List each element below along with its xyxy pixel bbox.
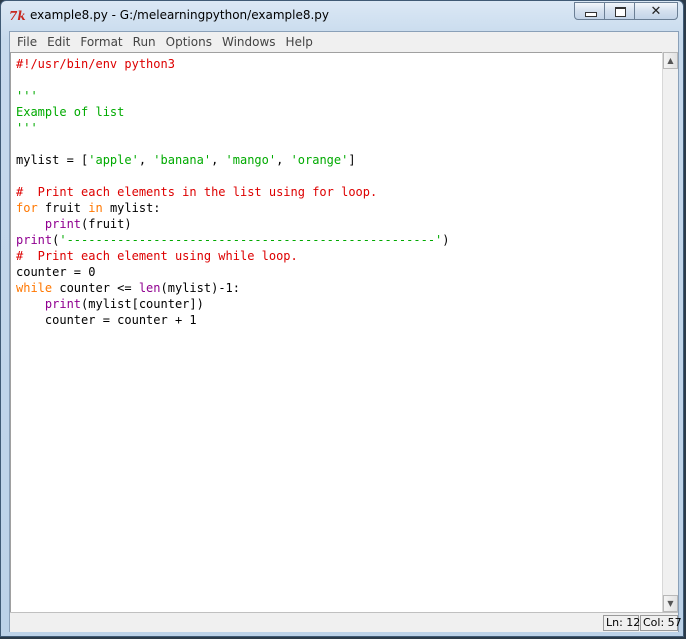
code-line: print('---------------------------------…	[16, 232, 662, 248]
menu-file[interactable]: File	[12, 33, 42, 51]
code-line: counter = counter + 1	[16, 312, 662, 328]
code-token: mylist:	[102, 201, 161, 215]
scroll-down-icon[interactable]: ▼	[663, 595, 678, 612]
minimize-icon	[585, 12, 597, 17]
code-token: counter = 0	[16, 265, 96, 279]
minimize-button[interactable]	[574, 2, 605, 20]
menu-format[interactable]: Format	[75, 33, 127, 51]
code-token: ,	[276, 153, 291, 167]
code-token: '''	[16, 89, 38, 103]
code-line: # Print each elements in the list using …	[16, 184, 662, 200]
code-line: #!/usr/bin/env python3	[16, 56, 662, 72]
code-token: ,	[138, 153, 154, 167]
code-token: print	[44, 297, 82, 311]
tk-app-icon[interactable]: 7k	[9, 9, 26, 23]
code-text[interactable]: #!/usr/bin/env python3 ''' Example of lis…	[11, 53, 662, 328]
idle-editor-window: 7k example8.py - G:/melearningpython/exa…	[0, 0, 684, 637]
code-token: (mylist)-1:	[160, 281, 240, 295]
code-line: print(fruit)	[16, 216, 662, 232]
code-line: counter = 0	[16, 264, 662, 280]
code-line: for fruit in mylist:	[16, 200, 662, 216]
title-bar[interactable]: 7k example8.py - G:/melearningpython/exa…	[1, 1, 683, 31]
maximize-button[interactable]	[604, 2, 635, 20]
menu-bar: File Edit Format Run Options Windows Hel…	[10, 32, 678, 52]
code-token: 'banana'	[153, 153, 212, 167]
code-token: in	[88, 201, 103, 215]
code-token: '---------------------------------------…	[59, 233, 443, 247]
code-token: #!/usr/bin/env python3	[16, 57, 175, 71]
client-area: File Edit Format Run Options Windows Hel…	[9, 31, 682, 632]
close-icon: ✕	[650, 4, 662, 19]
code-line: print(mylist[counter])	[16, 296, 662, 312]
code-token: '''	[16, 121, 38, 135]
code-token: for	[16, 201, 38, 215]
menu-edit[interactable]: Edit	[42, 33, 75, 51]
code-token: # Print each element using while loop.	[16, 249, 298, 263]
window-controls: ✕	[574, 2, 678, 21]
code-line: while counter <= len(mylist)-1:	[16, 280, 662, 296]
code-token: 'orange'	[290, 153, 349, 167]
code-token: counter <=	[52, 281, 139, 295]
code-token: ]	[348, 153, 356, 167]
code-line: '''	[16, 120, 662, 136]
code-token: (fruit)	[81, 217, 132, 231]
code-token: 'apple'	[88, 153, 139, 167]
code-token: print	[16, 233, 53, 247]
code-token: mylist = [	[16, 153, 89, 167]
code-editor[interactable]: #!/usr/bin/env python3 ''' Example of lis…	[10, 52, 662, 612]
code-token: (mylist[counter])	[81, 297, 204, 311]
scroll-up-icon[interactable]: ▲	[663, 52, 678, 69]
status-column-number: Col: 57	[640, 615, 682, 631]
code-token: counter = counter + 1	[16, 313, 197, 327]
menu-windows[interactable]: Windows	[217, 33, 281, 51]
code-line: # Print each element using while loop.	[16, 248, 662, 264]
code-line: Example of list	[16, 104, 662, 120]
window-title: example8.py - G:/melearningpython/exampl…	[30, 8, 330, 22]
code-line: '''	[16, 88, 662, 104]
code-token: # Print each elements in the list using …	[16, 185, 378, 199]
code-token: fruit	[37, 201, 89, 215]
code-token: ,	[211, 153, 226, 167]
status-line-number: Ln: 12	[603, 615, 640, 631]
menu-run[interactable]: Run	[128, 33, 161, 51]
code-token: )	[442, 233, 450, 247]
code-token: print	[44, 217, 82, 231]
close-button[interactable]: ✕	[634, 2, 678, 20]
code-token: Example of list	[16, 105, 125, 119]
menu-help[interactable]: Help	[281, 33, 318, 51]
maximize-icon	[615, 7, 626, 17]
vertical-scrollbar[interactable]: ▲ ▼	[662, 52, 678, 612]
code-token: 'mango'	[225, 153, 277, 167]
status-bar: Ln: 12 Col: 57	[10, 612, 682, 632]
code-line: mylist = ['apple', 'banana', 'mango', 'o…	[16, 152, 662, 168]
code-token: len	[138, 281, 161, 295]
menu-options[interactable]: Options	[161, 33, 217, 51]
code-token: while	[16, 281, 53, 295]
